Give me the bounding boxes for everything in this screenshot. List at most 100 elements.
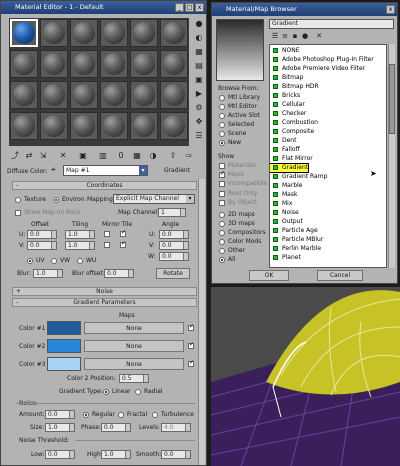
backlight-icon[interactable]: ◐: [193, 32, 205, 44]
minimize-button[interactable]: _: [175, 3, 184, 12]
sample-slot-6[interactable]: [160, 19, 188, 47]
color2-map-button[interactable]: None: [84, 340, 184, 352]
show-map-on-back-checkbox[interactable]: [15, 210, 21, 216]
size-spinner[interactable]: 1.0: [45, 423, 75, 432]
pick-material-icon[interactable]: ⌖: [51, 165, 61, 175]
editor-scrollbar[interactable]: [198, 179, 205, 465]
maps-checkbox[interactable]: [219, 170, 225, 178]
sample-slot-23[interactable]: [130, 112, 158, 140]
show-in-viewport-icon[interactable]: ▦: [131, 150, 143, 162]
put-to-library-icon[interactable]: ▥: [97, 150, 109, 162]
ok-button[interactable]: OK: [249, 270, 289, 281]
regular-radio[interactable]: [83, 412, 89, 418]
sample-slot-1[interactable]: [10, 19, 38, 47]
make-unique-icon[interactable]: ▣: [77, 150, 89, 162]
sample-slot-17[interactable]: [130, 81, 158, 109]
color2-position-spinner[interactable]: 0.5: [119, 374, 149, 383]
close-button[interactable]: x: [386, 5, 395, 14]
u-tile-checkbox[interactable]: [120, 229, 126, 237]
sample-slot-10[interactable]: [100, 50, 128, 78]
sample-slot-22[interactable]: [100, 112, 128, 140]
sample-slot-5[interactable]: [130, 19, 158, 47]
mtl-editor-radio[interactable]: [219, 104, 225, 110]
browser-search-field[interactable]: Gradient: [269, 19, 394, 29]
rotate-button[interactable]: Rotate: [156, 268, 190, 279]
color3-map-checkbox[interactable]: [188, 359, 194, 367]
phase-spinner[interactable]: 0.0: [101, 423, 131, 432]
list-item[interactable]: Mask: [270, 191, 297, 199]
root-only-checkbox[interactable]: [219, 191, 225, 197]
delete-from-library-icon[interactable]: ✕: [313, 30, 325, 42]
put-to-scene-icon[interactable]: ⇄: [23, 150, 35, 162]
list-item[interactable]: Perlin Marble: [270, 245, 321, 253]
get-material-icon[interactable]: ⤴: [9, 150, 21, 162]
smooth-spinner[interactable]: 0.0: [161, 450, 191, 459]
color2-map-checkbox[interactable]: [188, 341, 194, 349]
blur-spinner[interactable]: 1.0: [33, 269, 63, 278]
list-item[interactable]: NONE: [270, 47, 300, 55]
map-channel-spinner[interactable]: 1: [158, 208, 186, 217]
map-type-button[interactable]: Gradient: [153, 165, 201, 176]
sample-slot-2[interactable]: [40, 19, 68, 47]
u-angle-spinner[interactable]: 0.0: [159, 230, 189, 239]
sample-slot-24[interactable]: [160, 112, 188, 140]
list-item[interactable]: Combustion: [270, 119, 318, 127]
sample-slot-20[interactable]: [40, 112, 68, 140]
color1-swatch[interactable]: [47, 321, 81, 335]
v-offset-spinner[interactable]: 0.0: [27, 241, 57, 250]
list-item[interactable]: Particle Age: [270, 227, 318, 235]
sample-slot-15[interactable]: [70, 81, 98, 109]
list-item[interactable]: Flat Mirror: [270, 155, 313, 163]
turbulence-radio[interactable]: [152, 412, 158, 418]
material-navigator-icon[interactable]: ☰: [193, 130, 205, 142]
low-spinner[interactable]: 0.0: [45, 450, 75, 459]
uv-radio[interactable]: [27, 258, 33, 264]
list-item[interactable]: Checker: [270, 110, 306, 118]
sample-slot-3[interactable]: [70, 19, 98, 47]
map-name-dropdown[interactable]: Map #1 ▾: [63, 165, 148, 176]
noise-rollout-header[interactable]: + Noise: [12, 287, 197, 296]
amount-spinner[interactable]: 0.0: [45, 410, 75, 419]
assign-to-selection-icon[interactable]: ⇲: [37, 150, 49, 162]
v-angle-spinner[interactable]: 0.0: [159, 241, 189, 250]
active-slot-radio[interactable]: [219, 113, 225, 119]
options-icon[interactable]: ⚙: [193, 102, 205, 114]
sample-type-icon[interactable]: ●: [193, 18, 205, 30]
linear-radio[interactable]: [103, 389, 109, 395]
select-by-material-icon[interactable]: ✥: [193, 116, 205, 128]
go-forward-icon[interactable]: ⇨: [183, 150, 195, 162]
sample-slot-19[interactable]: [10, 112, 38, 140]
coordinates-rollout-header[interactable]: – Coordinates: [12, 181, 197, 190]
sample-slot-11[interactable]: [130, 50, 158, 78]
v-mirror-checkbox[interactable]: [104, 242, 110, 248]
show-end-result-icon[interactable]: ◑: [147, 150, 159, 162]
list-item-selected[interactable]: Gradient: [270, 163, 310, 173]
sample-slot-16[interactable]: [100, 81, 128, 109]
levels-spinner[interactable]: 4.0: [161, 423, 191, 432]
sample-slot-21[interactable]: [70, 112, 98, 140]
v-tile-checkbox[interactable]: [120, 240, 126, 248]
list-item[interactable]: Bitmap: [270, 74, 303, 82]
color3-swatch[interactable]: [47, 357, 81, 371]
sample-slot-13[interactable]: [10, 81, 38, 109]
2d-maps-radio[interactable]: [219, 212, 225, 218]
incompatible-checkbox[interactable]: [219, 181, 225, 187]
environ-radio[interactable]: [53, 197, 59, 203]
all-radio[interactable]: [219, 257, 225, 263]
list-item[interactable]: Noise: [270, 209, 299, 217]
maximize-button[interactable]: □: [185, 3, 194, 12]
map-list-scrollbar[interactable]: [388, 44, 395, 268]
u-offset-spinner[interactable]: 0.0: [27, 230, 57, 239]
compositors-radio[interactable]: [219, 230, 225, 236]
list-item[interactable]: Mix: [270, 200, 292, 208]
list-item[interactable]: Cellular: [270, 101, 305, 109]
color1-map-button[interactable]: None: [84, 322, 184, 334]
scroll-thumb[interactable]: [389, 64, 395, 134]
sample-slot-12[interactable]: [160, 50, 188, 78]
high-spinner[interactable]: 1.0: [101, 450, 131, 459]
sample-slot-7[interactable]: [10, 50, 38, 78]
go-to-parent-icon[interactable]: ⇧: [167, 150, 179, 162]
list-item[interactable]: Gradient Ramp: [270, 173, 327, 181]
gradient-parameters-rollout-header[interactable]: – Gradient Parameters: [12, 298, 197, 307]
list-item[interactable]: Marble: [270, 182, 303, 190]
